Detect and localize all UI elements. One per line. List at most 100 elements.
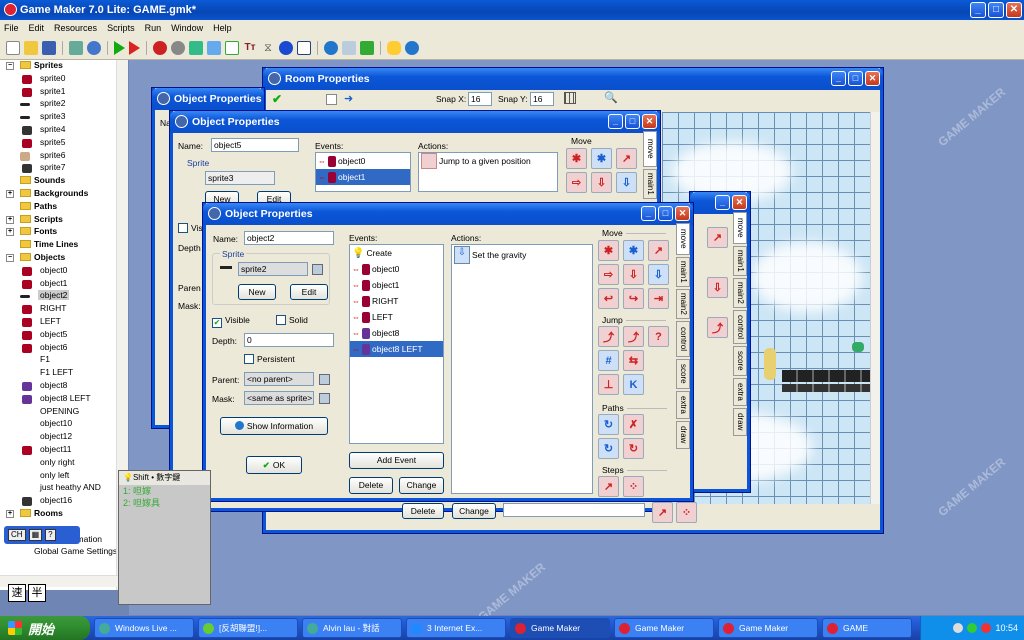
tab-move[interactable]: move [733,212,747,244]
tab-draw[interactable]: draw [733,408,747,436]
step-avoid-icon[interactable]: ⁘ [676,502,697,523]
event-item[interactable]: ⇔ LEFT [350,309,443,325]
tree-item[interactable]: sprite2 [0,98,127,111]
maximize-button[interactable]: □ [848,71,863,86]
tree-item[interactable]: OPENING [0,406,127,419]
close-button[interactable]: ✕ [675,206,690,221]
tree-item[interactable]: only right [0,457,127,470]
add-path-icon[interactable] [207,40,221,55]
tab-extra[interactable]: extra [676,391,690,419]
network-icon[interactable] [953,623,964,633]
close-button[interactable]: ✕ [1006,2,1022,18]
tree-item[interactable]: sprite7 [0,162,127,175]
event-item[interactable]: ⇔ RIGHT [350,293,443,309]
tab-main2[interactable]: main2 [733,278,747,308]
checkmark-icon[interactable]: ✔ [272,92,282,106]
maximize-button[interactable]: □ [658,206,673,221]
tree-item[interactable]: sprite6 [0,150,127,163]
move-contact-icon[interactable]: ⊥ [598,374,619,395]
ok-button[interactable]: ✔ OK [246,456,302,474]
close-button[interactable]: ✕ [865,71,880,86]
taskbar-item[interactable]: Windows Live ... [94,618,194,638]
tree-item[interactable]: F1 [0,354,127,367]
sprite-select[interactable]: sprite3 [205,171,275,185]
jump-random-icon[interactable]: ? [648,326,669,347]
object-window-titlebar[interactable]: Object Properties _ □ ✕ [170,111,660,133]
tree-item[interactable]: object12 [0,431,127,444]
show-information-button[interactable]: Show Information [220,417,328,435]
snapy-input[interactable]: 16 [530,92,554,106]
tree-sprites-group[interactable]: − Sprites [0,60,127,73]
start-button[interactable]: 開始 [0,616,90,640]
tree-item[interactable]: object11 [0,444,127,457]
tree-sounds-group[interactable]: Sounds [0,175,127,188]
edit-sprite-button[interactable]: Edit [290,284,328,300]
add-script-icon[interactable] [225,40,239,55]
friction-icon[interactable]: ⇥ [648,288,669,309]
object-window-titlebar[interactable]: _ ✕ [690,192,750,214]
menu-edit[interactable]: Edit [29,23,45,33]
create-exe-icon[interactable] [69,40,83,55]
reverse-horizontal-icon[interactable]: ↩ [598,288,619,309]
mask-select[interactable]: <same as sprite> [244,391,314,405]
ime-halfwidth-toggle[interactable]: 半 [28,584,46,602]
tree-item[interactable]: sprite3 [0,111,127,124]
save-icon[interactable] [42,40,56,55]
tree-backgrounds-group[interactable]: + Backgrounds [0,188,127,201]
game-info-icon[interactable] [324,40,338,55]
vspeed-icon[interactable]: ⇩ [707,277,728,298]
add-sound-icon[interactable] [171,40,185,55]
add-room-icon[interactable] [297,40,311,55]
tab-score[interactable]: score [676,359,690,389]
close-button[interactable]: ✕ [642,114,657,129]
tab-score[interactable]: score [733,346,747,376]
end-path-icon[interactable]: ✗ [623,414,644,435]
add-object-icon[interactable] [279,40,293,55]
parent-browse-icon[interactable] [319,374,330,385]
event-item-selected[interactable]: ⇔ object8 LEFT [350,341,443,357]
debug-run-icon[interactable] [129,40,140,55]
tree-paths-group[interactable]: Paths [0,201,127,214]
tab-control[interactable]: control [733,310,747,344]
move-fixed-icon[interactable]: ✱ [566,148,587,169]
zoom-icon[interactable]: 🔍 [604,91,618,104]
visible-checkbox[interactable]: ✔ Visible [212,315,250,328]
tree-item[interactable]: object8 [0,380,127,393]
action-item[interactable]: ⇩ Set the gravity [452,245,592,265]
move-towards-icon[interactable]: ↗ [707,227,728,248]
tree-fonts-group[interactable]: + Fonts [0,226,127,239]
taskbar-item-active[interactable]: Game Maker [510,618,610,638]
mask-browse-icon[interactable] [319,393,330,404]
resource-tree[interactable]: − Sprites sprite0 sprite1 sprite2 sprite3… [0,60,128,590]
shift-icon[interactable]: ➜ [344,92,353,105]
taskbar-item[interactable]: Game Maker [614,618,714,638]
name-input[interactable]: object2 [244,231,334,245]
set-gravity-icon[interactable]: ⤴ [707,317,728,338]
snapx-input[interactable]: 16 [468,92,492,106]
tree-item[interactable]: LEFT [0,316,127,329]
tab-main1[interactable]: main1 [733,246,747,276]
align-grid-icon[interactable]: # [598,350,619,371]
tree-item[interactable]: F1 LEFT [0,367,127,380]
tree-item[interactable]: sprite0 [0,73,127,86]
minimize-button[interactable]: _ [641,206,656,221]
grid-icon[interactable] [564,92,576,104]
jump-start-icon[interactable]: ⤴ [623,326,644,347]
menu-scripts[interactable]: Scripts [107,23,135,33]
sprite-browse-icon[interactable] [312,264,323,275]
maximize-button[interactable]: □ [625,114,640,129]
ime-mode-icon[interactable]: ▦ [28,529,43,541]
extension-packages-icon[interactable] [360,40,374,55]
tab-move[interactable]: move [676,223,690,255]
taskbar-item[interactable]: 3 Internet Ex... [406,618,506,638]
room-properties-titlebar[interactable]: Room Properties _ □ ✕ [263,68,883,90]
add-font-icon[interactable]: Tт [243,41,257,55]
tree-item[interactable]: RIGHT [0,303,127,316]
event-create[interactable]: 💡 Create [350,245,443,261]
tab-main2[interactable]: main2 [676,289,690,319]
step-towards-icon[interactable]: ↗ [598,476,619,497]
messenger-tray-icon[interactable] [967,623,978,633]
path-position-icon[interactable]: ↻ [598,438,619,459]
events-list[interactable]: 💡 Create ⇔ object0 ⇔ object1 ⇔ RIGHT ⇔ LEFT ⇔… [349,244,444,444]
action-item[interactable]: Jump to a given position [419,153,557,169]
